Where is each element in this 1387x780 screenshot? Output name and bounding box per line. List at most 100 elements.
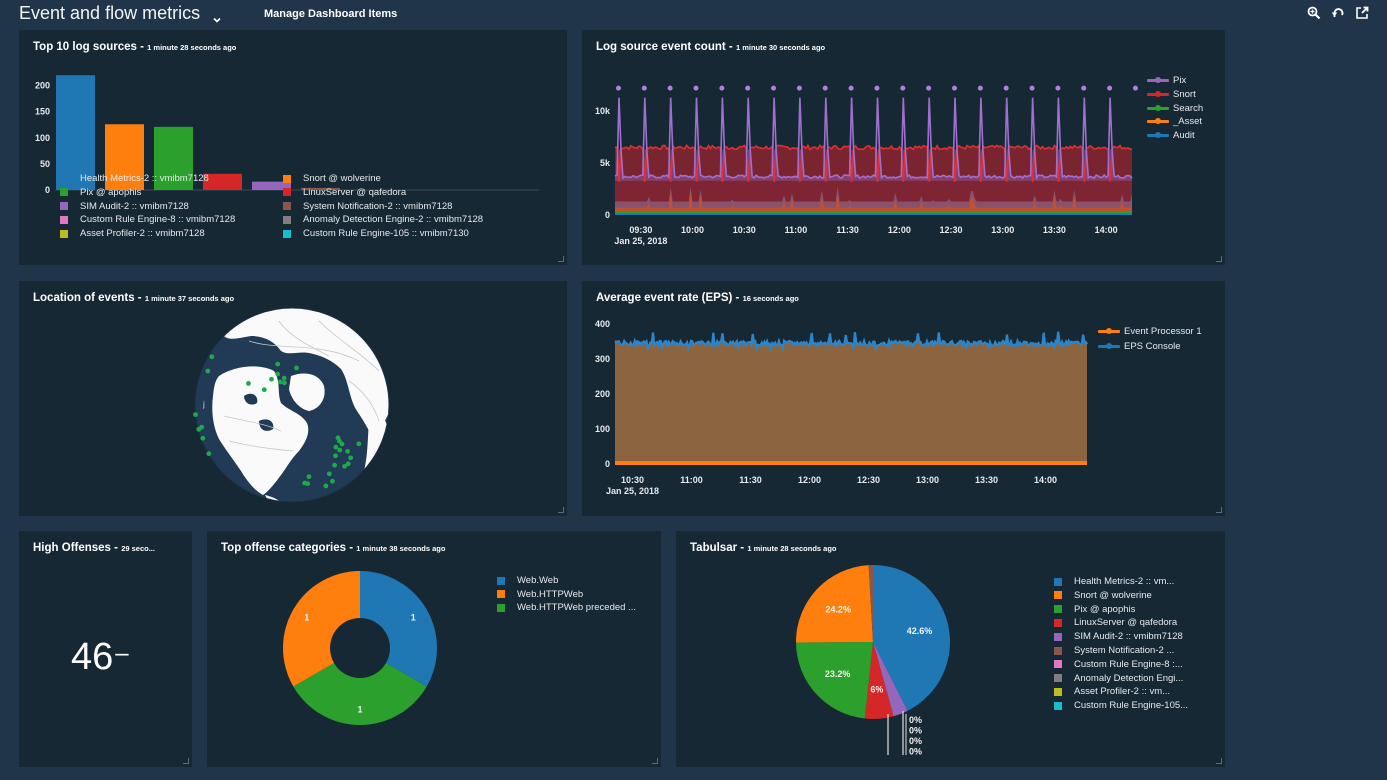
- legend-item[interactable]: Pix @ apophis: [60, 187, 141, 198]
- event-location-point: [281, 375, 287, 381]
- x-tick-label: 13:30: [975, 475, 998, 485]
- resize-handle[interactable]: [1216, 256, 1222, 262]
- y-tick-label: 50: [40, 159, 50, 169]
- legend-item[interactable]: _Asset: [1147, 116, 1202, 127]
- legend-marker: [1155, 77, 1161, 83]
- globe-map[interactable]: j: [19, 281, 567, 516]
- legend-item[interactable]: Web.Web: [497, 575, 558, 586]
- pie-data-label: 42.6%: [907, 626, 933, 636]
- legend-swatch: [60, 174, 68, 183]
- legend-marker: [1106, 328, 1112, 334]
- x-tick-label: 12:30: [940, 225, 963, 235]
- dashboard-selector[interactable]: Event and flow metrics: [19, 3, 222, 24]
- event-location-point: [269, 376, 274, 382]
- legend-label: Health Metrics-2 :: vmibm7128: [80, 173, 209, 184]
- legend-label: Custom Rule Engine-105...: [1074, 700, 1189, 712]
- legend-item[interactable]: LinuxServer @ qafedora: [1054, 617, 1177, 628]
- legend-item[interactable]: Search: [1147, 103, 1203, 114]
- legend-label: Pix @ apophis: [1074, 603, 1136, 615]
- legend-item[interactable]: EPS Console: [1098, 341, 1181, 352]
- legend-marker: [1106, 342, 1112, 349]
- legend-swatch: [1054, 701, 1062, 710]
- legend-item[interactable]: Snort: [1147, 89, 1196, 100]
- spike-marker: [1029, 85, 1035, 91]
- legend-swatch: [283, 174, 291, 183]
- legend-item[interactable]: Snort @ wolverine: [283, 173, 381, 184]
- legend-item[interactable]: Event Processor 1: [1098, 326, 1202, 337]
- legend-swatch: [1054, 660, 1062, 669]
- trend-indicator: –: [115, 640, 129, 667]
- legend-swatch: [1054, 646, 1062, 655]
- popout-icon[interactable]: [1355, 6, 1369, 20]
- resize-handle[interactable]: [1216, 507, 1222, 513]
- pie-slice: [796, 642, 873, 719]
- legend-item[interactable]: Anomaly Detection Engine-2 :: vmibm7128: [283, 214, 483, 225]
- spike-marker: [693, 85, 699, 91]
- legend-swatch: [1147, 77, 1169, 83]
- legend-swatch: [1098, 342, 1120, 349]
- legend-item[interactable]: System Notification-2 :: vmibm7128: [283, 201, 452, 212]
- legend-item[interactable]: Snort @ wolverine: [1054, 590, 1152, 601]
- legend-item[interactable]: LinuxServer @ qafedora: [283, 187, 406, 198]
- y-tick-label: 200: [595, 389, 610, 399]
- event-location-point: [335, 435, 341, 441]
- legend-item[interactable]: System Notification-2 ...: [1054, 645, 1174, 656]
- legend-swatch: [1147, 104, 1169, 111]
- event-location-point: [261, 387, 267, 393]
- legend-swatch: [60, 188, 68, 197]
- legend-item[interactable]: SIM Audit-2 :: vmibm7128: [60, 201, 189, 212]
- resize-handle[interactable]: [558, 507, 564, 513]
- legend-item[interactable]: Health Metrics-2 :: vmibm7128: [60, 173, 209, 184]
- legend-label: System Notification-2 :: vmibm7128: [303, 200, 453, 212]
- legend-item[interactable]: Audit: [1147, 130, 1195, 141]
- undo-icon[interactable]: [1331, 6, 1345, 20]
- panel-average-event-rate: Average event rate (EPS) - 16 seconds ag…: [582, 281, 1225, 516]
- legend-swatch: [283, 229, 291, 238]
- panel-title: Top 10 log sources - 1 minute 28 seconds…: [33, 41, 237, 53]
- panel-title: High Offenses - 29 seco...: [33, 542, 155, 554]
- legend-swatch: [1098, 328, 1120, 334]
- legend-label: Asset Profiler-2 :: vm...: [1074, 686, 1171, 698]
- resize-handle[interactable]: [183, 758, 189, 764]
- resize-handle[interactable]: [652, 758, 658, 764]
- spike-marker: [641, 85, 647, 91]
- donut-slice: [283, 571, 360, 687]
- legend-label: Custom Rule Engine-8 :...: [1074, 658, 1183, 670]
- event-location-point: [193, 412, 198, 417]
- legend-item[interactable]: Custom Rule Engine-8 :: vmibm7128: [60, 214, 235, 225]
- legend-item[interactable]: Pix @ apophis: [1054, 604, 1135, 615]
- legend-item[interactable]: Web.HTTPWeb preceded ...: [497, 602, 636, 613]
- legend-label: Pix: [1173, 75, 1187, 86]
- resize-handle[interactable]: [1216, 758, 1222, 764]
- legend-item[interactable]: SIM Audit-2 :: vmibm7128: [1054, 631, 1183, 642]
- chevron-down-icon: [212, 9, 222, 23]
- series-area-eps-console: [615, 331, 1087, 464]
- legend-item[interactable]: Asset Profiler-2 :: vm...: [1054, 686, 1170, 697]
- donut-data-label: 1: [411, 612, 416, 622]
- x-tick-label: 12:00: [888, 225, 911, 235]
- pie-data-label: 0%: [909, 715, 922, 725]
- event-location-point: [326, 471, 332, 477]
- panel-timestamp: 29 seco...: [121, 544, 155, 553]
- legend-label: Custom Rule Engine-105 :: vmibm7130: [303, 228, 469, 240]
- event-location-point: [345, 448, 350, 454]
- manage-dashboard-items-link[interactable]: Manage Dashboard Items: [264, 8, 397, 20]
- legend-item[interactable]: Asset Profiler-2 :: vmibm7128: [60, 228, 205, 239]
- legend-item[interactable]: Pix: [1147, 75, 1186, 86]
- legend-swatch: [1054, 618, 1062, 627]
- event-location-point: [246, 381, 251, 386]
- legend-item[interactable]: Web.HTTPWeb: [497, 589, 583, 600]
- zoom-in-icon[interactable]: [1307, 6, 1321, 20]
- legend-item[interactable]: Custom Rule Engine-105...: [1054, 700, 1188, 711]
- legend-item[interactable]: Custom Rule Engine-8 :...: [1054, 659, 1183, 670]
- legend-item[interactable]: Health Metrics-2 :: vm...: [1054, 576, 1174, 587]
- spike-marker: [951, 85, 957, 91]
- legend-item[interactable]: Anomaly Detection Engi...: [1054, 673, 1183, 684]
- y-tick-label: 100: [35, 133, 50, 143]
- legend-item[interactable]: Custom Rule Engine-105 :: vmibm7130: [283, 228, 469, 239]
- spike-marker: [874, 85, 880, 91]
- resize-handle[interactable]: [558, 256, 564, 262]
- event-location-point: [199, 424, 205, 430]
- y-tick-label: 5k: [600, 158, 611, 168]
- legend-label: Web.HTTPWeb preceded ...: [517, 602, 636, 613]
